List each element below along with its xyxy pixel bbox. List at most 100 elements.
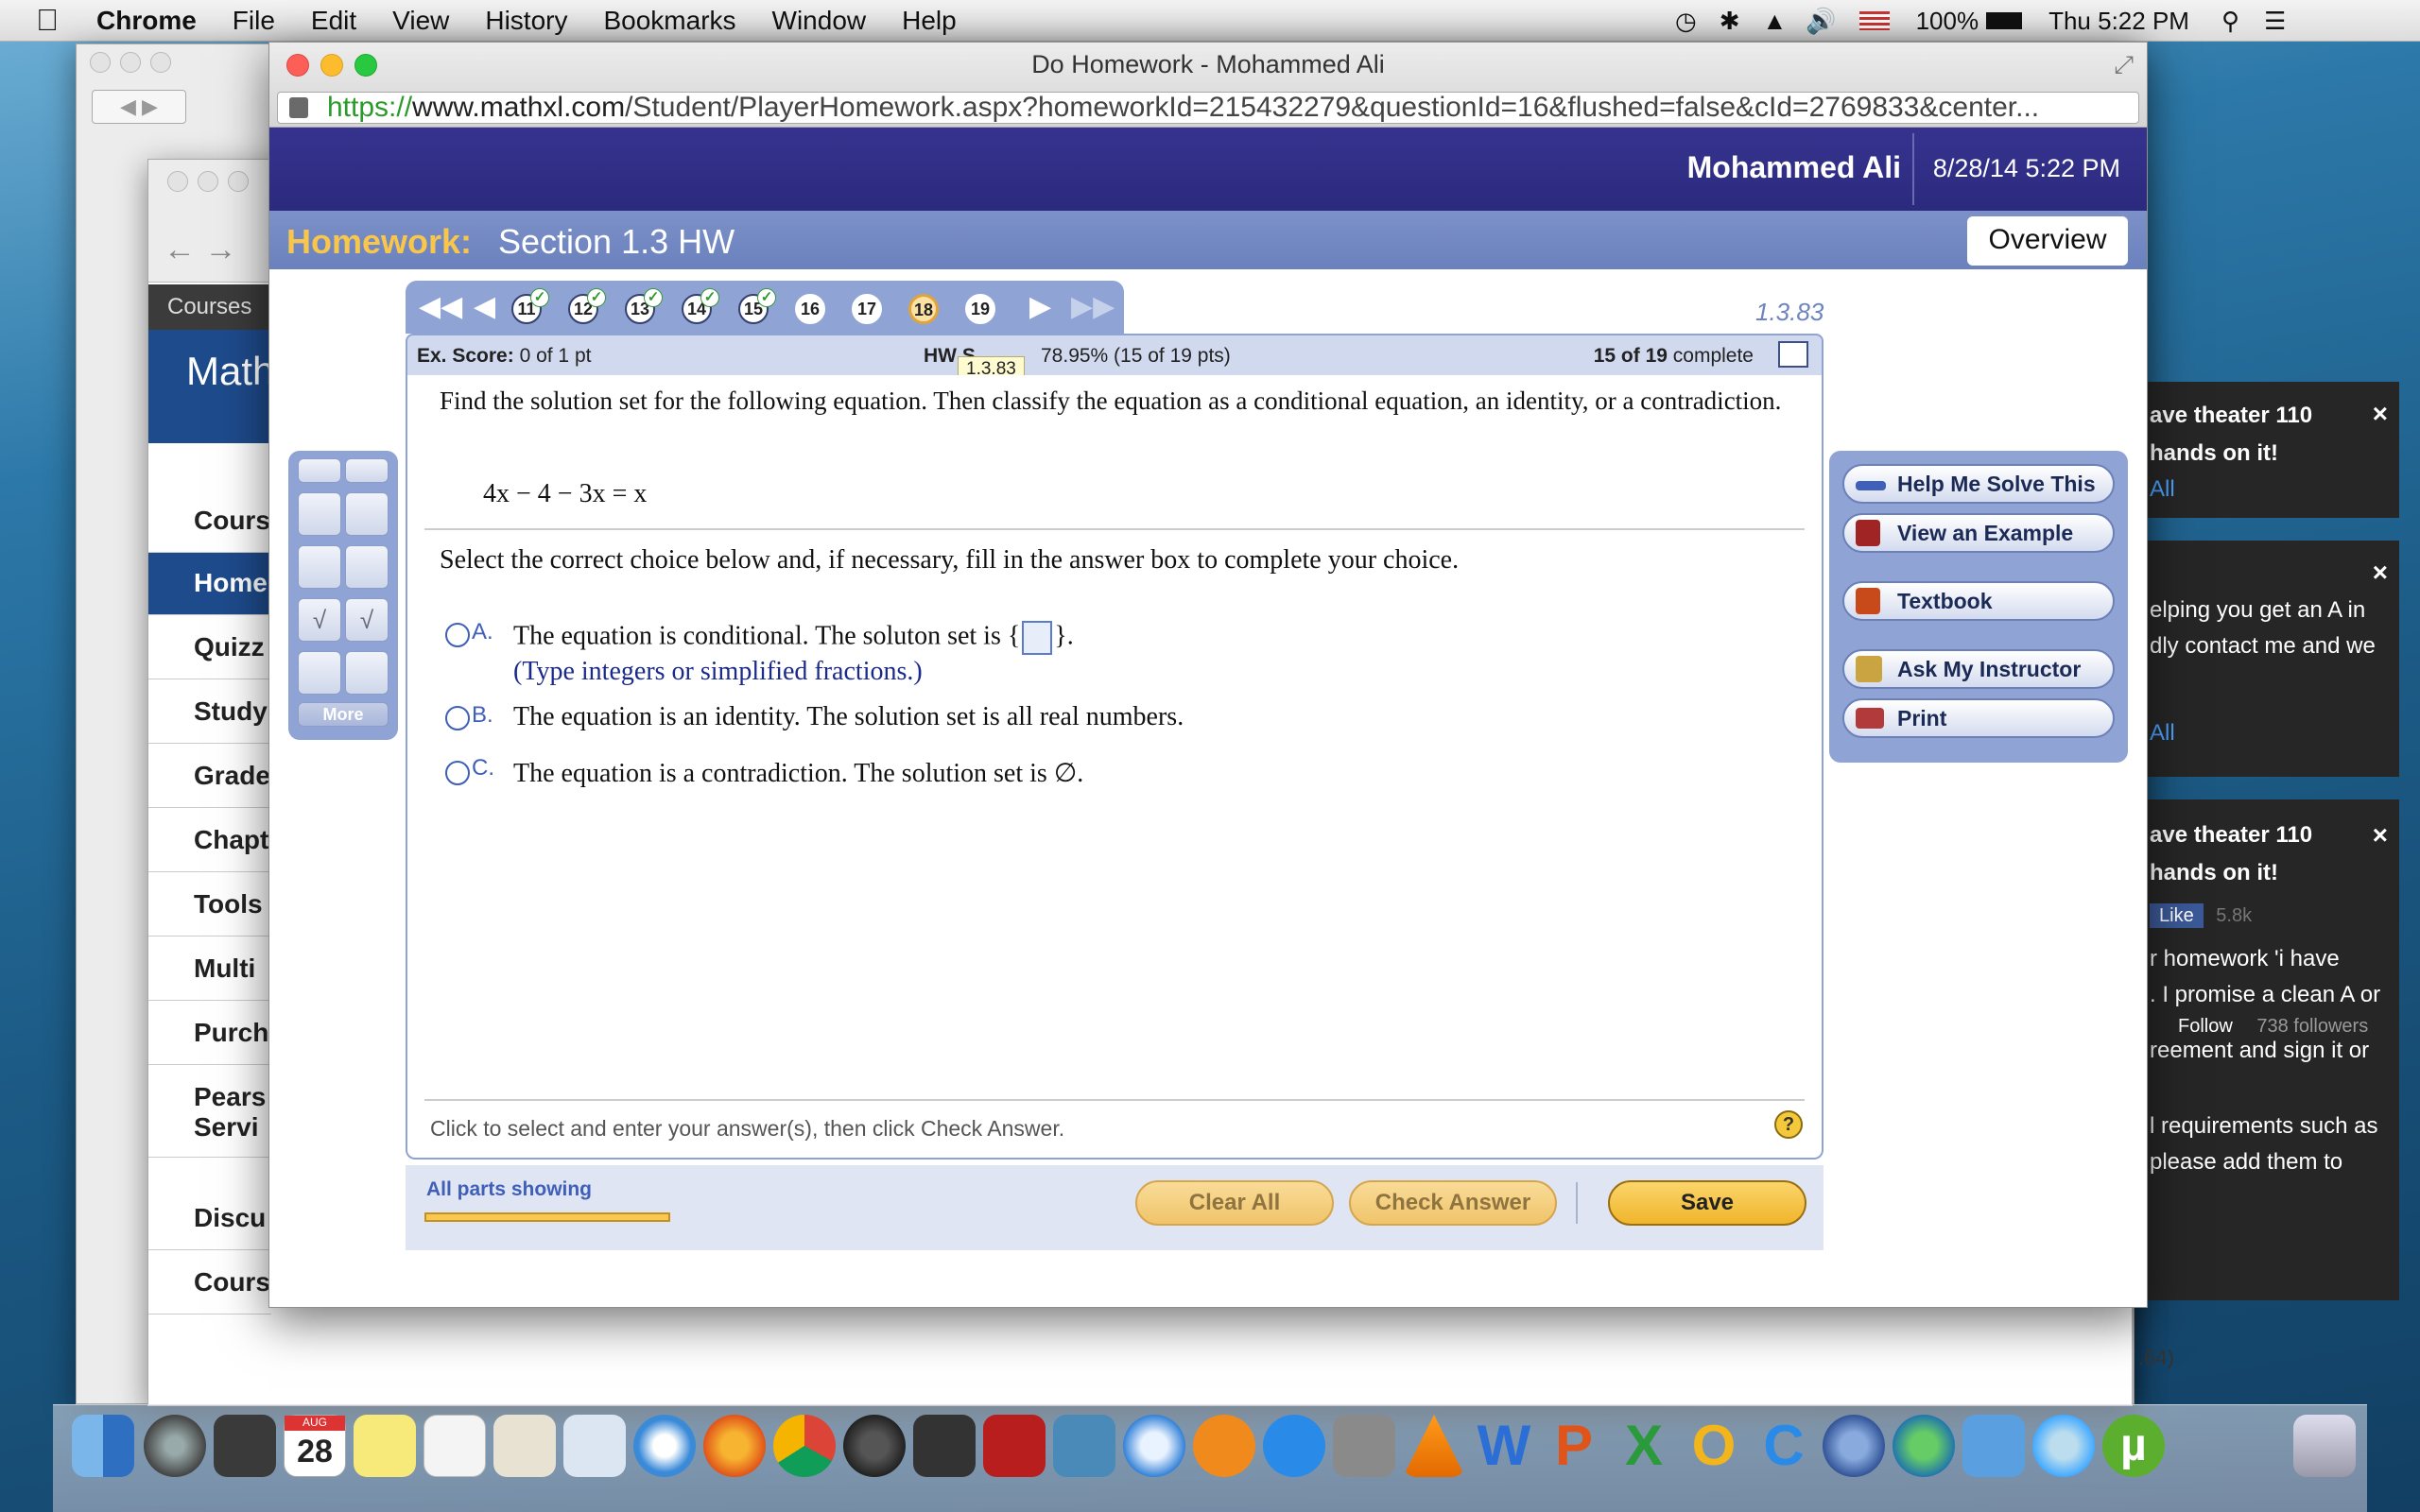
notification-center-icon[interactable]: ☰ (2264, 7, 2286, 36)
question-18-current[interactable]: 18 (908, 294, 939, 324)
sidebar-item-purchase[interactable]: Purch (148, 1003, 271, 1065)
redo-icon[interactable] (345, 458, 389, 483)
answer-box[interactable] (1022, 621, 1053, 655)
question-11[interactable]: 11 ✓ (511, 288, 549, 324)
courses-tab[interactable]: Courses (148, 284, 271, 330)
ibooks-icon[interactable] (1193, 1415, 1255, 1477)
card-link[interactable]: All (2150, 476, 2399, 503)
menu-window[interactable]: Window (772, 6, 867, 36)
question-14[interactable]: 14 ✓ (682, 288, 719, 324)
menu-edit[interactable]: Edit (311, 6, 356, 36)
apple-icon[interactable]:  (36, 3, 59, 38)
utorrent-icon[interactable]: µ (2102, 1415, 2165, 1477)
mission-control-icon[interactable] (214, 1415, 276, 1477)
ask-instructor-button[interactable]: Ask My Instructor (1842, 649, 2115, 689)
back-arrow-icon[interactable]: ← → (164, 232, 236, 268)
preview-icon[interactable] (493, 1415, 556, 1477)
sidebar-item-multi[interactable]: Multi (148, 938, 271, 1001)
help-me-solve-button[interactable]: Help Me Solve This (1842, 464, 2115, 504)
parts-showing-tab[interactable]: All parts showing (424, 1178, 672, 1224)
help-icon[interactable]: ? (1774, 1110, 1803, 1139)
subscript-icon[interactable] (298, 651, 341, 695)
menu-help[interactable]: Help (902, 6, 957, 36)
safari-icon[interactable] (633, 1415, 696, 1477)
reminders-icon[interactable] (424, 1415, 486, 1477)
volume-icon[interactable]: 🔊 (1806, 7, 1836, 36)
sidebar-item-course[interactable]: Cours (148, 490, 271, 553)
bluetooth-icon[interactable]: ✱ (1720, 7, 1740, 36)
back-forward-buttons[interactable]: ◀ ▶ (92, 90, 186, 124)
clock[interactable]: Thu 5:22 PM (2048, 7, 2189, 36)
mail-icon[interactable] (563, 1415, 626, 1477)
communicator-icon[interactable]: C (1753, 1415, 1815, 1477)
square-root-icon[interactable]: √ (298, 598, 341, 642)
fullscreen-icon[interactable]: ⤢ (2114, 50, 2134, 80)
nth-root-icon[interactable]: √ (345, 598, 389, 642)
spotlight-icon[interactable]: ⚲ (2221, 7, 2239, 36)
choice-b-radio[interactable] (445, 706, 470, 730)
menu-file[interactable]: File (233, 6, 275, 36)
itunes-icon[interactable] (1123, 1415, 1185, 1477)
question-12[interactable]: 12 ✓ (568, 288, 606, 324)
flag-icon[interactable] (1858, 11, 1890, 30)
prev-question-icon[interactable]: ◀ (474, 290, 495, 323)
overview-button[interactable]: Overview (1967, 216, 2128, 266)
sidebar-item-quizzes[interactable]: Quizz (148, 617, 271, 679)
textbook-button[interactable]: Textbook (1842, 581, 2115, 621)
choice-a-radio[interactable] (445, 623, 470, 647)
question-13[interactable]: 13 ✓ (625, 288, 663, 324)
popout-icon[interactable] (1778, 341, 1808, 368)
app-store-icon[interactable] (1263, 1415, 1325, 1477)
sidebar-item-chapter[interactable]: Chapt (148, 810, 271, 872)
interval-icon[interactable] (345, 651, 389, 695)
follow-button[interactable]: Follow (2178, 1016, 2233, 1037)
menu-bookmarks[interactable]: Bookmarks (603, 6, 735, 36)
like-button[interactable]: Like (2150, 903, 2204, 928)
messages-icon[interactable] (2032, 1415, 2095, 1477)
question-16[interactable]: 16 (795, 294, 825, 324)
last-question-icon[interactable]: ▶▶ (1071, 290, 1115, 323)
sidebar-item-grade[interactable]: Grade (148, 746, 271, 808)
sidebar-item-discussion[interactable]: Discu (148, 1188, 271, 1250)
mixed-number-icon[interactable] (345, 492, 389, 536)
vlc-icon[interactable] (1403, 1415, 1465, 1477)
menu-view[interactable]: View (392, 6, 449, 36)
facetime-icon[interactable] (913, 1415, 976, 1477)
sidebar-item-pearson[interactable]: Pears Servi (148, 1067, 271, 1158)
view-example-button[interactable]: View an Example (1842, 513, 2115, 553)
messenger-icon[interactable] (1823, 1415, 1885, 1477)
sidebar-item-course-2[interactable]: Cours (148, 1252, 271, 1314)
undo-icon[interactable] (298, 458, 341, 483)
first-question-icon[interactable]: ◀◀ (419, 290, 462, 323)
trash-icon[interactable] (2293, 1415, 2356, 1477)
word-icon[interactable]: W (1473, 1415, 1535, 1477)
calendar-icon[interactable]: AUG 28 (284, 1415, 346, 1477)
sidebar-item-home[interactable]: Home (148, 553, 271, 615)
fraction-icon[interactable] (298, 492, 341, 536)
iphoto-icon[interactable] (1053, 1415, 1115, 1477)
stickies-icon[interactable] (354, 1415, 416, 1477)
card-link[interactable]: All (2150, 720, 2399, 747)
finder-icon[interactable] (72, 1415, 134, 1477)
powerpoint-icon[interactable]: P (1543, 1415, 1605, 1477)
close-icon[interactable]: × (2373, 558, 2388, 588)
check-answer-button[interactable]: Check Answer (1349, 1180, 1557, 1226)
time-machine-icon[interactable]: ◷ (1675, 7, 1697, 36)
choice-c-radio[interactable] (445, 761, 470, 785)
exponent-icon[interactable] (298, 545, 341, 589)
system-preferences-icon[interactable] (1333, 1415, 1395, 1477)
absolute-value-icon[interactable] (345, 545, 389, 589)
battery-icon[interactable] (1986, 12, 2023, 29)
more-button[interactable]: More (298, 702, 389, 727)
remote-desktop-icon[interactable] (1893, 1415, 1955, 1477)
clear-all-button[interactable]: Clear All (1135, 1180, 1334, 1226)
sidebar-item-study[interactable]: Study (148, 681, 271, 744)
excel-icon[interactable]: X (1613, 1415, 1675, 1477)
chrome-icon[interactable] (773, 1415, 836, 1477)
firefox-icon[interactable] (703, 1415, 766, 1477)
network-icon[interactable] (1962, 1415, 2025, 1477)
question-17[interactable]: 17 (852, 294, 882, 324)
close-icon[interactable]: × (2373, 399, 2388, 429)
save-button[interactable]: Save (1608, 1180, 1806, 1226)
menu-app-chrome[interactable]: Chrome (96, 6, 197, 36)
